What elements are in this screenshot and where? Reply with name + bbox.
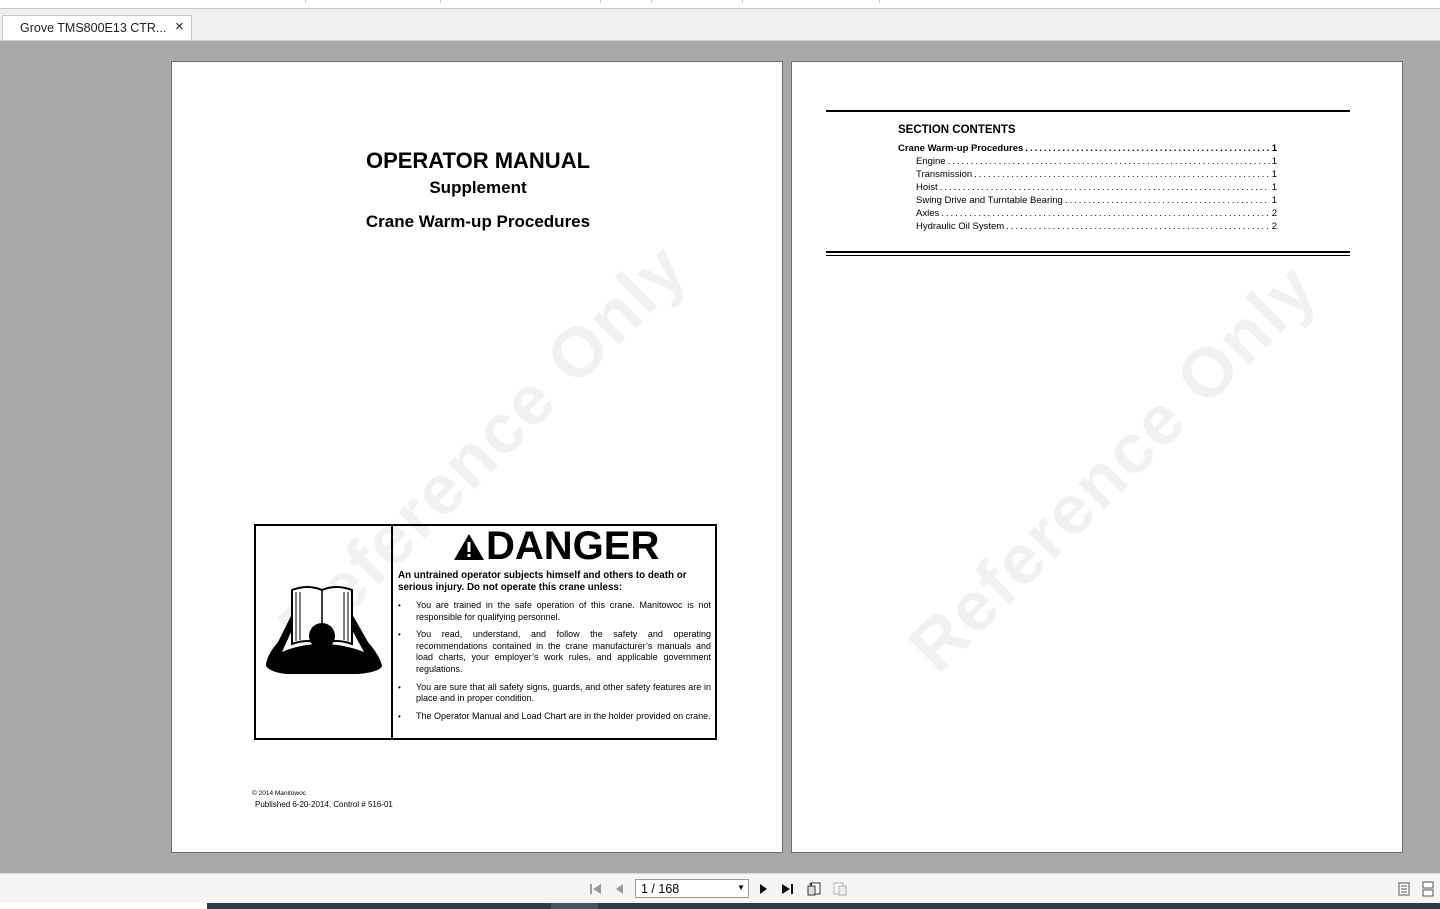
- pdf-page-left: Reference Only OPERATOR MANUAL Supplemen…: [171, 61, 783, 853]
- toc-label: Crane Warm-up Procedures: [898, 143, 1024, 154]
- menu-segment[interactable]: [441, 0, 601, 3]
- toc-leader: ........................................…: [1064, 195, 1270, 206]
- toc-label: Engine: [916, 156, 946, 167]
- menu-segment[interactable]: [0, 0, 306, 3]
- toc-label: Hydraulic Oil System: [916, 221, 1005, 232]
- toc-label: Swing Drive and Turntable Bearing: [916, 195, 1063, 206]
- toc-page: 1: [1271, 195, 1277, 206]
- toc-entry[interactable]: Swing Drive and Turntable Bearing.......…: [898, 194, 1277, 207]
- toc-entry[interactable]: Hoist...................................…: [898, 181, 1277, 194]
- table-of-contents: Crane Warm-up Procedures................…: [898, 142, 1277, 233]
- warning-triangle-icon: [454, 534, 484, 560]
- toc-label: Hoist: [916, 182, 938, 193]
- toc-entry[interactable]: Hydraulic Oil System....................…: [898, 220, 1277, 233]
- single-page-view-icon[interactable]: [1396, 881, 1412, 897]
- danger-notice: DANGER An untrained operator subjects hi…: [254, 524, 717, 740]
- previous-view-icon[interactable]: [806, 881, 822, 897]
- divider: [826, 110, 1350, 112]
- toc-title: SECTION CONTENTS: [898, 124, 1016, 136]
- danger-intro: An untrained operator subjects himself a…: [398, 570, 687, 593]
- danger-bullets: You are trained in the safe operation of…: [398, 600, 711, 728]
- pdf-page-right: Reference Only SECTION CONTENTS Crane Wa…: [791, 61, 1403, 853]
- danger-bullet: You are sure that all safety signs, guar…: [398, 682, 711, 705]
- menu-segment[interactable]: [743, 0, 880, 3]
- manual-title: OPERATOR MANUAL: [365, 148, 591, 173]
- toc-entry[interactable]: Transmission............................…: [898, 168, 1277, 181]
- toc-page: 2: [1271, 208, 1277, 219]
- document-tab[interactable]: Grove TMS800E13 CTR... ×: [2, 15, 192, 40]
- watermark: Reference Only: [893, 247, 1332, 687]
- toc-page: 1: [1271, 182, 1277, 193]
- toc-page: 1: [1271, 156, 1277, 167]
- close-icon[interactable]: ×: [175, 19, 184, 35]
- danger-heading: DANGER: [486, 524, 660, 568]
- toc-label: Transmission: [916, 169, 973, 180]
- toc-label: Axles: [916, 208, 940, 219]
- copyright-text: © 2014 Manitowoc: [252, 790, 306, 797]
- page-number-select[interactable]: 1 / 168 ▼: [635, 879, 749, 898]
- toc-leader: ........................................…: [941, 208, 1270, 219]
- toc-leader: ........................................…: [939, 182, 1270, 193]
- first-page-icon[interactable]: [588, 881, 604, 897]
- document-tab-title[interactable]: Grove TMS800E13 CTR...: [20, 21, 166, 35]
- danger-bullet: You read, understand, and follow the saf…: [398, 629, 711, 675]
- status-bar: [0, 903, 1440, 909]
- previous-page-icon[interactable]: [612, 881, 628, 897]
- section-title: Crane Warm-up Procedures: [365, 212, 591, 231]
- toc-entry[interactable]: Engine..................................…: [898, 155, 1277, 168]
- menu-segment[interactable]: [652, 0, 743, 3]
- toc-entry[interactable]: Axles...................................…: [898, 207, 1277, 220]
- chevron-down-icon[interactable]: ▼: [737, 883, 745, 892]
- toc-page: 1: [1271, 169, 1277, 180]
- navigation-bar: 1 / 168 ▼: [0, 873, 1440, 904]
- manual-subtitle: Supplement: [429, 178, 527, 197]
- continuous-view-icon[interactable]: [1420, 881, 1436, 897]
- menu-segment[interactable]: [306, 0, 441, 3]
- toc-entry[interactable]: Crane Warm-up Procedures................…: [898, 142, 1277, 155]
- toc-page: 1: [1271, 143, 1277, 154]
- next-view-icon[interactable]: [832, 881, 848, 897]
- reading-operator-icon: [256, 526, 393, 738]
- document-viewer[interactable]: Reference Only OPERATOR MANUAL Supplemen…: [0, 41, 1440, 873]
- toc-leader: ........................................…: [974, 169, 1270, 180]
- danger-bullet: You are trained in the safe operation of…: [398, 600, 711, 623]
- page-number-value[interactable]: 1 / 168: [641, 882, 679, 896]
- divider: [826, 255, 1350, 256]
- status-bar-fill: [207, 903, 1440, 909]
- last-page-icon[interactable]: [779, 881, 795, 897]
- next-page-icon[interactable]: [755, 881, 771, 897]
- toc-leader: ........................................…: [947, 156, 1270, 167]
- toc-leader: ........................................…: [1006, 221, 1270, 232]
- toc-leader: ........................................…: [1025, 143, 1269, 154]
- menu-strip: [0, 0, 1440, 9]
- tab-bar: Grove TMS800E13 CTR... ×: [0, 9, 1440, 41]
- published-text: Published 6-20-2014, Control # 516-01: [255, 800, 393, 809]
- danger-content: DANGER An untrained operator subjects hi…: [394, 526, 715, 738]
- divider: [826, 251, 1350, 253]
- status-bar-segment: [551, 903, 598, 909]
- danger-bullet: The Operator Manual and Load Chart are i…: [398, 711, 711, 723]
- menu-segment[interactable]: [601, 0, 652, 3]
- toc-page: 2: [1271, 221, 1277, 232]
